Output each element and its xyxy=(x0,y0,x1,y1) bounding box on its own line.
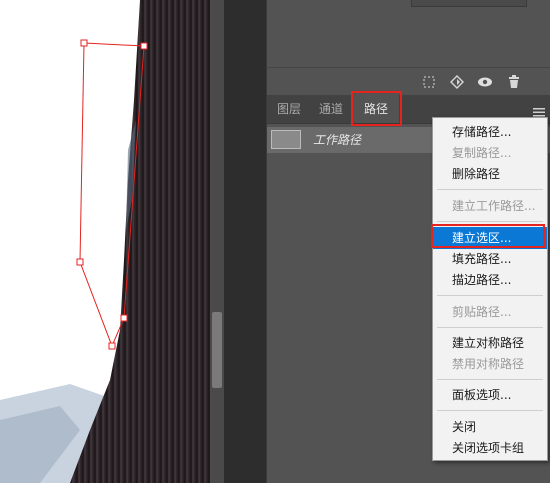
path-thumbnail xyxy=(271,130,301,149)
anchor-point[interactable] xyxy=(80,39,88,47)
anchor-point[interactable] xyxy=(108,342,116,350)
menu-close[interactable]: 关闭 xyxy=(433,416,547,438)
menu-separator xyxy=(437,410,543,411)
tab-layers[interactable]: 图层 xyxy=(269,95,309,123)
anchor-point[interactable] xyxy=(120,314,128,322)
anchor-point[interactable] xyxy=(140,42,148,50)
menu-stroke-path[interactable]: 描边路径... xyxy=(433,269,547,291)
panel-divider xyxy=(224,0,266,483)
eye-icon[interactable] xyxy=(475,72,495,92)
menu-separator xyxy=(437,221,543,222)
menu-panel-options[interactable]: 面板选项... xyxy=(433,384,547,406)
menu-save-path[interactable]: 存储路径... xyxy=(433,121,547,143)
work-path-outline[interactable] xyxy=(0,0,210,483)
tab-highlight-box xyxy=(351,91,402,126)
fill-adjust-icon[interactable] xyxy=(447,72,467,92)
menu-disable-symmetry-path[interactable]: 禁用对称路径 xyxy=(433,353,547,375)
menu-make-work-path[interactable]: 建立工作路径... xyxy=(433,195,547,217)
panel-menu-icon[interactable] xyxy=(533,103,545,117)
layers-panel-area xyxy=(267,0,550,67)
tab-channels[interactable]: 通道 xyxy=(311,95,351,123)
menu-separator xyxy=(437,379,543,380)
paths-panel-menu: 存储路径... 复制路径... 删除路径 建立工作路径... 建立选区... 填… xyxy=(432,117,548,461)
scrollbar-thumb[interactable] xyxy=(212,312,222,388)
menu-duplicate-path[interactable]: 复制路径... xyxy=(433,142,547,164)
layers-toolbar xyxy=(267,67,550,96)
menu-separator xyxy=(437,327,543,328)
vertical-scrollbar[interactable] xyxy=(210,0,224,483)
menu-delete-path[interactable]: 删除路径 xyxy=(433,163,547,185)
selection-icon[interactable] xyxy=(419,72,439,92)
selection-highlight-box xyxy=(431,224,545,248)
path-label: 工作路径 xyxy=(313,133,362,147)
menu-make-symmetry-path[interactable]: 建立对称路径 xyxy=(433,332,547,354)
menu-clipping-path[interactable]: 剪贴路径... xyxy=(433,301,547,323)
menu-separator xyxy=(437,189,543,190)
trash-icon[interactable] xyxy=(504,72,524,92)
menu-separator xyxy=(437,295,543,296)
document-canvas[interactable] xyxy=(0,0,210,483)
panel-button[interactable] xyxy=(411,0,527,7)
anchor-point[interactable] xyxy=(76,258,84,266)
menu-fill-path[interactable]: 填充路径... xyxy=(433,248,547,270)
menu-close-tab-group[interactable]: 关闭选项卡组 xyxy=(433,437,547,459)
